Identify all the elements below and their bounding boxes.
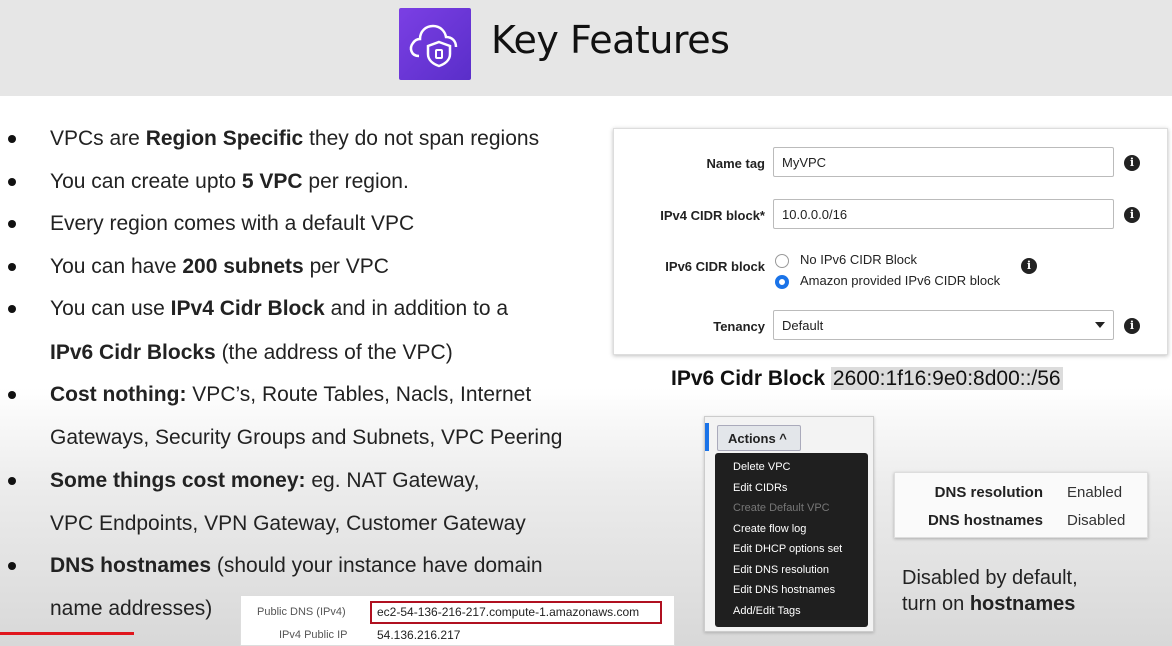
header-bar: Key Features bbox=[0, 0, 1172, 96]
bullet-text: You can have bbox=[50, 255, 183, 278]
public-ip-label: IPv4 Public IP bbox=[279, 629, 348, 641]
menu-item[interactable]: Edit DNS hostnames bbox=[715, 580, 868, 601]
bullet-text: (the address of the VPC) bbox=[215, 341, 453, 364]
ipv6-cidr-caption-label: IPv6 Cidr Block bbox=[671, 367, 826, 390]
dns-note-bold: hostnames bbox=[969, 593, 1076, 615]
bullet-line: VPCs are Region Specific they do not spa… bbox=[50, 118, 539, 160]
bullet-text: Every region comes with a default VPC bbox=[50, 212, 415, 235]
video-progress-bar[interactable] bbox=[0, 632, 134, 635]
bullet-emphasis: IPv4 Cidr Block bbox=[170, 297, 325, 320]
bullet-line: You can have 200 subnets per VPC bbox=[50, 246, 389, 288]
bullet-line: Some things cost money: eg. NAT Gateway, bbox=[50, 460, 479, 502]
bullet-text: per region. bbox=[302, 170, 409, 193]
bullet-text: (should your instance have domain bbox=[211, 554, 543, 577]
actions-button[interactable]: Actions ^ bbox=[717, 425, 801, 451]
info-icon[interactable]: i bbox=[1124, 155, 1140, 171]
page-title: Key Features bbox=[491, 18, 730, 62]
bullet-dot bbox=[8, 391, 16, 399]
menu-item[interactable]: Edit DHCP options set bbox=[715, 539, 868, 560]
bullet-line: DNS hostnames (should your instance have… bbox=[50, 545, 543, 587]
bullet-line: Cost nothing: VPC’s, Route Tables, Nacls… bbox=[50, 374, 531, 416]
menu-item: Create Default VPC bbox=[733, 502, 830, 514]
ipv6-amazon-radio[interactable] bbox=[775, 275, 789, 289]
public-dns-label: Public DNS (IPv4) bbox=[257, 606, 346, 618]
bullet-text: VPCs are bbox=[50, 127, 146, 150]
dns-hostnames-label: DNS hostnames bbox=[927, 512, 1043, 529]
menu-item[interactable]: Create flow log bbox=[715, 519, 868, 540]
dns-note: Disabled by default, turn on hostnames bbox=[902, 565, 1078, 617]
bullet-text: You can use bbox=[50, 297, 171, 320]
bullet-dot bbox=[8, 220, 16, 228]
menu-item[interactable]: Edit DNS resolution bbox=[715, 560, 868, 581]
bullet-dot bbox=[8, 305, 16, 313]
dns-note-line2: turn on hostnames bbox=[902, 591, 1078, 617]
info-icon[interactable]: i bbox=[1124, 318, 1140, 334]
bullet-line: Gateways, Security Groups and Subnets, V… bbox=[50, 417, 562, 459]
cloud-shield-icon bbox=[399, 8, 471, 80]
menu-item[interactable]: Edit CIDRs bbox=[715, 478, 868, 499]
menu-item[interactable]: Delete VPC bbox=[715, 457, 868, 478]
ipv6-cidr-caption: IPv6 Cidr Block 2600:1f16:9e0:8d00::/56 bbox=[671, 367, 1063, 391]
bullet-emphasis: 200 subnets bbox=[182, 255, 304, 278]
bullet-text: VPC Endpoints, VPN Gateway, Customer Gat… bbox=[50, 512, 526, 535]
selection-indicator bbox=[705, 423, 709, 451]
ipv6-cidr-label: IPv6 CIDR block bbox=[665, 259, 765, 274]
menu-item[interactable]: Add/Edit Tags bbox=[715, 601, 868, 622]
bullet-emphasis: IPv6 Cidr Blocks bbox=[50, 341, 216, 364]
actions-panel: Actions ^ Delete VPC Edit CIDRs Create Def… bbox=[704, 416, 874, 632]
bullet-line: Every region comes with a default VPC bbox=[50, 203, 414, 245]
bullet-emphasis: 5 VPC bbox=[241, 170, 303, 193]
dns-resolution-label: DNS resolution bbox=[934, 484, 1043, 501]
ipv6-cidr-caption-value: 2600:1f16:9e0:8d00::/56 bbox=[830, 367, 1063, 390]
info-icon[interactable]: i bbox=[1021, 258, 1037, 274]
ipv6-none-radio[interactable] bbox=[775, 254, 789, 268]
dns-note-line1: Disabled by default, bbox=[902, 567, 1078, 589]
bullet-emphasis: Region Specific bbox=[145, 127, 304, 150]
bullet-line: IPv6 Cidr Blocks (the address of the VPC… bbox=[50, 332, 453, 374]
bullet-emphasis: DNS hostnames bbox=[50, 554, 212, 577]
bullet-text: and in addition to a bbox=[324, 297, 509, 320]
bullet-line: VPC Endpoints, VPN Gateway, Customer Gat… bbox=[50, 503, 526, 545]
name-tag-label: Name tag bbox=[706, 156, 765, 171]
dns-note-prefix: turn on bbox=[902, 593, 970, 615]
info-icon[interactable]: i bbox=[1124, 207, 1140, 223]
bullet-text: You can create upto bbox=[50, 170, 242, 193]
bullet-line: You can create upto 5 VPC per region. bbox=[50, 161, 409, 203]
dropdown-caret-icon bbox=[1095, 322, 1105, 328]
dns-hostnames-value: Disabled bbox=[1067, 512, 1126, 529]
bullet-line: name addresses) bbox=[50, 588, 212, 630]
bullet-text: per VPC bbox=[303, 255, 389, 278]
name-tag-input[interactable]: MyVPC bbox=[773, 147, 1114, 177]
dns-settings-panel: DNS resolution Enabled DNS hostnames Dis… bbox=[894, 472, 1148, 538]
bullet-dot bbox=[8, 178, 16, 186]
public-dns-value[interactable]: ec2-54-136-216-217.compute-1.amazonaws.c… bbox=[377, 605, 639, 619]
bullet-text: they do not span regions bbox=[303, 127, 540, 150]
create-vpc-form: Name tag MyVPC i IPv4 CIDR block* 10.0.0… bbox=[613, 128, 1168, 355]
bullet-emphasis: Cost nothing: bbox=[50, 383, 187, 406]
bullet-text: Gateways, Security Groups and Subnets, V… bbox=[50, 426, 563, 449]
tenancy-value: Default bbox=[782, 318, 824, 333]
bullet-dot bbox=[8, 562, 16, 570]
ipv6-none-label: No IPv6 CIDR Block bbox=[800, 252, 918, 267]
bullet-line: You can use IPv4 Cidr Block and in addit… bbox=[50, 288, 508, 330]
dns-resolution-value: Enabled bbox=[1067, 484, 1123, 501]
actions-dropdown-menu: Delete VPC Edit CIDRs Create Default VPC Cr… bbox=[715, 453, 868, 627]
bullet-dot bbox=[8, 477, 16, 485]
public-dns-panel: Public DNS (IPv4) ec2-54-136-216-217.com… bbox=[240, 595, 675, 646]
bullet-emphasis: Some things cost money: bbox=[50, 469, 306, 492]
ipv6-amazon-label: Amazon provided IPv6 CIDR block bbox=[800, 273, 1001, 288]
bullet-dot bbox=[8, 263, 16, 271]
bullet-text: eg. NAT Gateway, bbox=[305, 469, 480, 492]
tenancy-select[interactable]: Default bbox=[773, 310, 1114, 340]
public-ip-value[interactable]: 54.136.216.217 bbox=[377, 628, 460, 642]
bullet-text: name addresses) bbox=[50, 597, 213, 620]
ipv4-cidr-input[interactable]: 10.0.0.0/16 bbox=[773, 199, 1114, 229]
bullet-text: VPC’s, Route Tables, Nacls, Internet bbox=[186, 383, 532, 406]
ipv4-cidr-label: IPv4 CIDR block* bbox=[660, 208, 765, 223]
tenancy-label: Tenancy bbox=[713, 319, 765, 334]
bullet-dot bbox=[8, 135, 16, 143]
